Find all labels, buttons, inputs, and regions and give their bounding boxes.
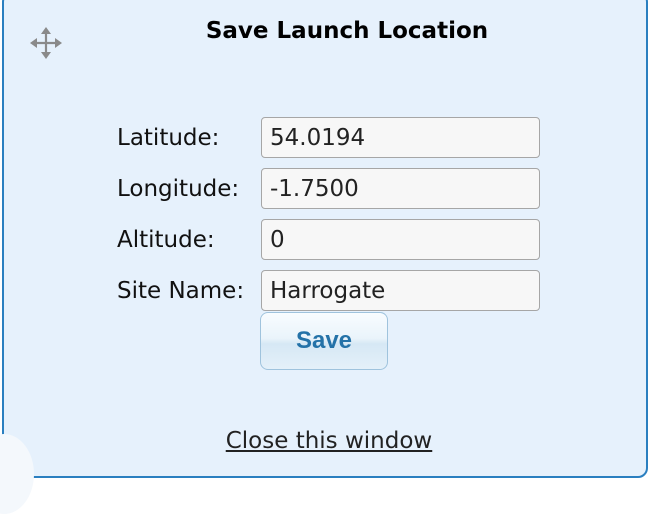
latitude-input[interactable]: [261, 117, 540, 158]
site-name-row: Site Name:: [117, 270, 547, 311]
dialog-title: Save Launch Location: [205, 18, 489, 44]
save-button[interactable]: Save: [260, 312, 388, 370]
latitude-row: Latitude:: [117, 117, 547, 158]
site-name-input[interactable]: [261, 270, 540, 311]
longitude-row: Longitude:: [117, 168, 547, 209]
altitude-label: Altitude:: [117, 227, 215, 253]
save-launch-location-dialog: Save Launch Location Latitude: Longitude…: [0, 0, 648, 514]
latitude-label: Latitude:: [117, 125, 220, 151]
longitude-input[interactable]: [261, 168, 540, 209]
altitude-row: Altitude:: [117, 219, 547, 260]
close-window-link[interactable]: Close this window: [4, 428, 653, 454]
site-name-label: Site Name:: [117, 278, 245, 304]
altitude-input[interactable]: [261, 219, 540, 260]
longitude-label: Longitude:: [117, 176, 240, 202]
